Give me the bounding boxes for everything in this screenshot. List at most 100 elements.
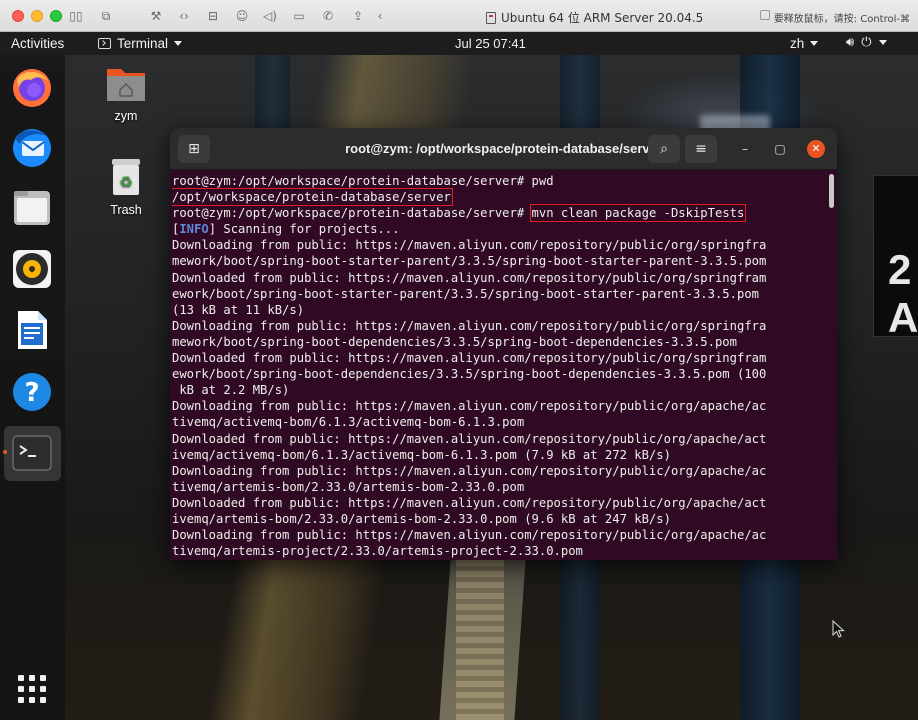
highlighted-command: mvn clean package -DskipTests — [529, 204, 747, 223]
snapshot-icon[interactable]: ⧉ — [98, 8, 114, 24]
desktop-trash[interactable]: ♻ Trash — [86, 157, 166, 217]
terminal-text: root@zym:/opt/workspace/protein-database… — [172, 206, 532, 221]
terminal-line: Downloaded from public: https://maven.al… — [172, 350, 824, 366]
search-button[interactable]: ⌕ — [648, 135, 680, 163]
hamburger-menu-icon: ≡ — [695, 141, 707, 157]
terminal-text: tivemq/activemq-bom/6.1.3/activemq-bom-6… — [172, 415, 525, 430]
ubuntu-dock: ? — [0, 55, 65, 720]
thunderbird-icon[interactable] — [11, 126, 53, 168]
desktop-home-label: zym — [114, 109, 138, 123]
share-icon[interactable]: ⇪ — [350, 8, 366, 24]
terminal-line: root@zym:/opt/workspace/protein-database… — [172, 173, 824, 189]
terminal-line: Downloading from public: https://maven.a… — [172, 463, 824, 479]
menu-button[interactable]: ≡ — [685, 135, 717, 163]
terminal-scrollbar[interactable] — [829, 174, 834, 208]
wallpaper-tactile-strip — [456, 560, 504, 720]
terminal-line: kB at 2.2 MB/s) — [172, 382, 824, 398]
terminal-text: Downloading from public: https://maven.a… — [172, 399, 767, 414]
terminal-text: tivemq/artemis-bom/2.33.0/artemis-bom-2.… — [172, 479, 525, 494]
terminal-text: kB at 2.2 MB/s) — [172, 383, 290, 398]
show-applications-icon[interactable] — [18, 675, 46, 703]
terminal-line: ivemq/artemis-bom/2.33.0/artemis-bom-2.3… — [172, 511, 824, 527]
terminal-line: Downloading from public: https://maven.a… — [172, 527, 824, 543]
terminal-line: tivemq/artemis-project/2.33.0/artemis-pr… — [172, 543, 824, 558]
phone-icon[interactable]: ✆ — [320, 8, 336, 24]
close-button[interactable]: ✕ — [807, 140, 825, 158]
terminal-text: Downloading from public: https://maven.a… — [172, 528, 767, 543]
hard-disk-icon[interactable]: ⊟ — [205, 8, 221, 24]
terminal-line: /opt/workspace/protein-database/server — [172, 188, 824, 207]
minimize-window-button[interactable] — [31, 10, 43, 22]
log-message: ] Scanning for projects... — [208, 222, 400, 237]
terminal-headerbar[interactable]: ⊞ root@zym: /opt/workspace/protein-datab… — [170, 128, 837, 170]
power-icon: ⏻ — [861, 35, 872, 50]
terminal-text: Downloading from public: https://maven.a… — [172, 238, 767, 253]
app-menu-terminal[interactable]: Terminal — [98, 36, 183, 51]
clock[interactable]: Jul 25 07:41 — [455, 36, 526, 51]
svg-text:♻: ♻ — [119, 173, 132, 191]
maximize-icon: ▢ — [774, 142, 786, 156]
desktop-home-folder[interactable]: zym — [86, 63, 166, 123]
system-tray[interactable]: 🔊︎ ⏻ — [846, 35, 887, 50]
home-folder-icon — [107, 69, 145, 101]
terminal-line: Downloading from public: https://maven.a… — [172, 237, 824, 253]
chevron-down-icon — [810, 41, 819, 46]
terminal-text: Downloaded from public: https://maven.al… — [172, 270, 767, 285]
close-window-button[interactable] — [12, 10, 24, 22]
terminal-line: mework/boot/spring-boot-starter-parent/3… — [172, 253, 824, 269]
terminal-line: Downloading from public: https://maven.a… — [172, 318, 824, 334]
chevron-down-icon — [174, 41, 183, 46]
close-icon: ✕ — [811, 142, 821, 155]
rhythmbox-icon[interactable] — [11, 248, 53, 290]
writer-icon[interactable] — [11, 309, 53, 351]
code-brackets-icon[interactable]: ‹› — [176, 8, 192, 24]
terminal-text: mework/boot/spring-boot-dependencies/3.3… — [172, 334, 737, 349]
terminal-text: ivemq/artemis-bom/2.33.0/artemis-bom-2.3… — [172, 511, 671, 526]
terminal-line: tivemq/artemis-bom/2.33.0/artemis-bom-2.… — [172, 479, 824, 495]
terminal-line: ivemq/activemq-bom/6.1.3/activemq-bom-6.… — [172, 447, 824, 463]
terminal-icon[interactable] — [11, 432, 53, 474]
terminal-line: ework/boot/spring-boot-dependencies/3.3.… — [172, 366, 824, 382]
terminal-text: (13 kB at 11 kB/s) — [172, 302, 305, 317]
terminal-line: Downloaded from public: https://maven.al… — [172, 431, 824, 447]
terminal-line: [INFO] Scanning for projects... — [172, 221, 824, 237]
terminal-window[interactable]: ⊞ root@zym: /opt/workspace/protein-datab… — [170, 128, 837, 560]
user-account-icon[interactable]: ☺ — [234, 8, 250, 24]
files-icon[interactable] — [11, 186, 53, 228]
terminal-text: Downloaded from public: https://maven.al… — [172, 431, 767, 446]
help-icon[interactable]: ? — [11, 371, 53, 413]
terminal-text: mework/boot/spring-boot-starter-parent/3… — [172, 254, 767, 269]
camera-icon[interactable]: ▭ — [291, 8, 307, 24]
back-chevron-icon[interactable]: ‹ — [372, 8, 388, 24]
mouse-pointer-icon — [832, 620, 845, 638]
terminal-text: root@zym:/opt/workspace/protein-database… — [172, 174, 554, 188]
firefox-icon[interactable] — [11, 66, 53, 108]
terminal-line: ework/boot/spring-boot-starter-parent/3.… — [172, 286, 824, 302]
volume-icon: 🔊︎ — [846, 35, 855, 50]
terminal-line: Downloaded from public: https://maven.al… — [172, 270, 824, 286]
ubuntu-top-panel: Activities Terminal Jul 25 07:41 zh 🔊︎ ⏻ — [0, 32, 918, 55]
terminal-small-icon — [98, 38, 111, 49]
activities-button[interactable]: Activities — [11, 36, 64, 51]
terminal-line: root@zym:/opt/workspace/protein-database… — [172, 204, 824, 223]
terminal-output[interactable]: root@zym:/opt/workspace/protein-database… — [172, 173, 824, 558]
terminal-text: Downloading from public: https://maven.a… — [172, 318, 767, 333]
terminal-line: Downloaded from public: https://maven.al… — [172, 495, 824, 511]
highlighted-path: /opt/workspace/protein-database/server — [172, 188, 453, 207]
sound-icon[interactable]: ◁) — [262, 8, 278, 24]
vm-window-title-text: Ubuntu 64 位 ARM Server 20.04.5 — [501, 11, 704, 25]
vm-window-title: Ubuntu 64 位 ARM Server 20.04.5 — [486, 9, 703, 26]
fullscreen-icon[interactable] — [760, 10, 770, 20]
sidebar-toggle-icon[interactable]: ▯▯ — [68, 8, 84, 24]
terminal-text: ework/boot/spring-boot-starter-parent/3.… — [172, 286, 759, 301]
zoom-window-button[interactable] — [50, 10, 62, 22]
maximize-button[interactable]: ▢ — [771, 140, 789, 158]
settings-wrench-icon[interactable]: ⚒ — [148, 8, 164, 24]
terminal-text: Downloaded from public: https://maven.al… — [172, 351, 767, 366]
vm-icon — [486, 12, 496, 24]
input-method-menu[interactable]: zh — [790, 36, 819, 51]
terminal-text: Downloaded from public: https://maven.al… — [172, 495, 767, 510]
terminal-text: tivemq/artemis-project/2.33.0/artemis-pr… — [172, 544, 583, 558]
trash-icon: ♻ — [112, 159, 140, 195]
minimize-button[interactable]: – — [736, 140, 754, 158]
